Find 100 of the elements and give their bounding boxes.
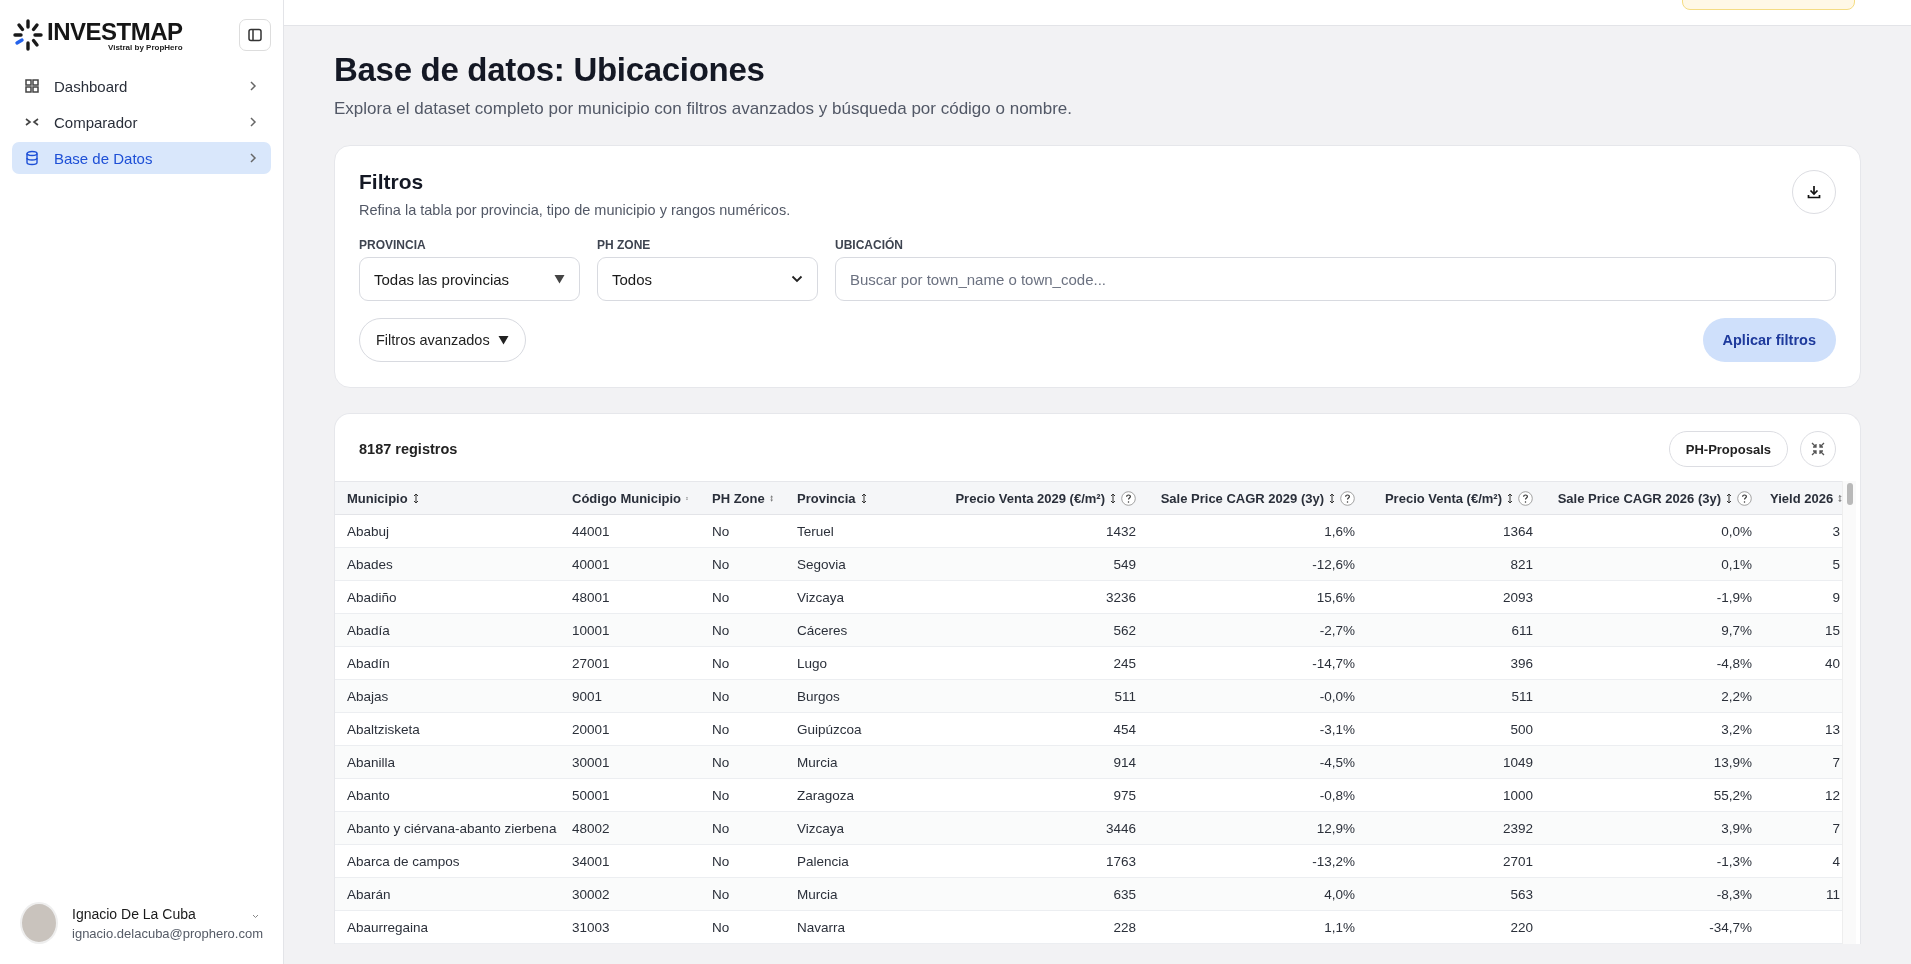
table-cell: 245 <box>1113 655 1136 671</box>
table-cell: Abadía <box>347 622 390 638</box>
filters-title: Filtros <box>359 170 425 194</box>
sort-icon[interactable] <box>412 492 419 504</box>
logo-wordmark: INVESTMAP <box>47 18 183 45</box>
table-cell: 12,9% <box>1316 820 1355 836</box>
table-cell: 1049 <box>1502 754 1533 770</box>
table-cell: 55,2% <box>1713 787 1752 803</box>
sort-icon[interactable] <box>1507 492 1513 504</box>
table-cell: 27001 <box>572 655 610 671</box>
table-cell: 3,9% <box>1721 820 1752 836</box>
table-cell: 1432 <box>1105 523 1136 539</box>
table-cell: No <box>712 886 730 902</box>
help-icon[interactable] <box>1737 490 1752 506</box>
province-dropdown[interactable]: Todas las provincias <box>359 257 580 301</box>
table-cell: Abaurregaina <box>347 919 429 935</box>
column-header[interactable]: Yield 2026 <box>1770 490 1834 506</box>
help-icon[interactable] <box>1121 490 1136 506</box>
table-cell: 821 <box>1510 556 1533 572</box>
column-header[interactable]: Código Municipio <box>572 490 682 506</box>
avatar <box>20 902 58 944</box>
sidebar-toggle-button[interactable] <box>239 19 271 51</box>
table-cell: 4,0% <box>1324 886 1355 902</box>
column-header[interactable]: Precio Venta 2029 (€/m²) <box>955 490 1105 506</box>
table-cell: 562 <box>1113 622 1136 638</box>
download-icon <box>1806 184 1822 200</box>
column-header[interactable]: PH Zone <box>712 490 765 506</box>
collapse-view-button[interactable] <box>1800 431 1836 467</box>
search-field[interactable]: Buscar por town_name o town_code... <box>835 257 1836 301</box>
table-cell: Zaragoza <box>797 787 855 803</box>
table-cell: 15,6% <box>1316 589 1355 605</box>
table-cell: 13 <box>1824 721 1840 737</box>
table-cell: 30001 <box>572 754 610 770</box>
table-cell: 1,1% <box>1324 919 1355 935</box>
table-cell: 30002 <box>572 886 610 902</box>
zone-select[interactable]: Todos <box>597 257 818 301</box>
table-cell: 9 <box>1832 589 1840 605</box>
column-header[interactable]: Sale Price CAGR 2029 (3y) <box>1160 490 1324 506</box>
sort-icon[interactable] <box>860 492 867 504</box>
table-cell: 44001 <box>572 523 610 539</box>
sort-icon[interactable] <box>1110 492 1116 504</box>
grid-icon <box>24 78 40 94</box>
page-title: Base de datos: Ubicaciones <box>334 51 766 89</box>
help-icon[interactable] <box>1518 490 1533 506</box>
field-label: PROVINCIA <box>359 238 427 252</box>
field-label: PH ZONE <box>597 238 652 252</box>
download-button[interactable] <box>1792 170 1836 214</box>
table-cell: 40001 <box>572 556 610 572</box>
sort-icon[interactable] <box>1329 492 1335 504</box>
table-cell: 914 <box>1113 754 1136 770</box>
column-header[interactable]: Precio Venta (€/m²) <box>1384 490 1502 506</box>
sidebar-nav-item[interactable]: Dashboard <box>12 70 271 102</box>
table-cell: No <box>712 589 730 605</box>
table-cell: Abades <box>347 556 393 572</box>
table-cell: 34001 <box>572 853 610 869</box>
column-header[interactable]: Municipio <box>347 490 408 506</box>
table-cell: 48002 <box>572 820 610 836</box>
table-cell: No <box>712 556 730 572</box>
chevron-down-icon <box>791 275 803 283</box>
table-cell: No <box>712 721 730 737</box>
table-cell: -13,2% <box>1312 853 1355 869</box>
table-cell: -12,6% <box>1312 556 1355 572</box>
table-cell: 2701 <box>1502 853 1533 869</box>
table-cell: 4 <box>1832 853 1840 869</box>
user-email: ignacio.delacuba@prophero.com <box>72 925 263 941</box>
sort-icon[interactable] <box>1726 492 1732 504</box>
advanced-filters-button[interactable]: Filtros avanzados <box>359 318 526 362</box>
column-header[interactable]: Provincia <box>797 490 856 506</box>
table-cell: -4,5% <box>1319 754 1355 770</box>
table-cell: 15 <box>1824 622 1840 638</box>
table-cell: 563 <box>1510 886 1533 902</box>
table-cell: 3,2% <box>1721 721 1752 737</box>
table-cell: 228 <box>1113 919 1136 935</box>
table-cell: 2093 <box>1502 589 1533 605</box>
sidebar-nav-item[interactable]: Comparador <box>12 106 271 138</box>
user-profile[interactable]: Ignacio De La Cuba ignacio.delacuba@prophero.com <box>12 902 271 964</box>
table-cell: 50001 <box>572 787 610 803</box>
table-cell: Segovia <box>797 556 846 572</box>
table-cell: 0,1% <box>1721 556 1752 572</box>
scrollbar[interactable] <box>1842 481 1856 944</box>
table-cell: 975 <box>1113 787 1136 803</box>
user-name: Ignacio De La Cuba <box>72 905 196 922</box>
column-header[interactable]: Sale Price CAGR 2026 (3y) <box>1557 490 1721 506</box>
help-icon[interactable] <box>1340 490 1355 506</box>
table-cell: 3236 <box>1105 589 1136 605</box>
apply-filters-button[interactable]: Aplicar filtros <box>1702 318 1836 362</box>
table-cell: No <box>712 853 730 869</box>
table-cell: 7 <box>1832 820 1840 836</box>
ph-proposals-button[interactable]: PH-Proposals <box>1668 431 1788 467</box>
table-cell: No <box>712 787 730 803</box>
table-cell: 511 <box>1114 688 1136 704</box>
table-cell: Lugo <box>797 655 828 671</box>
table-cell: Abanto <box>347 787 390 803</box>
sidebar-nav-item[interactable]: Base de Datos <box>12 142 271 174</box>
table-cell: 7 <box>1832 754 1840 770</box>
caret-down-icon <box>497 335 509 345</box>
table-cell: 40 <box>1824 655 1840 671</box>
table-cell: Abanilla <box>347 754 396 770</box>
table-cell: Abanto y ciérvana-abanto zierbena <box>347 820 557 836</box>
table-cell: 500 <box>1510 721 1533 737</box>
